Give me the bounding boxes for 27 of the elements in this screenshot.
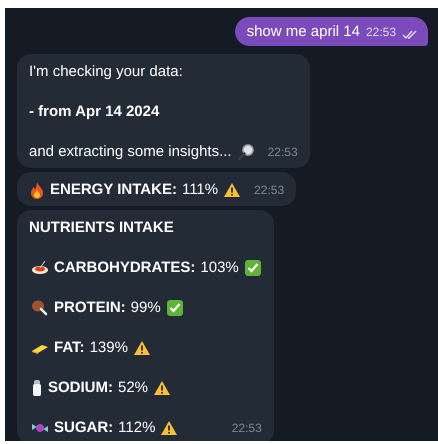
metric-label: ENERGY INTAKE: [50, 180, 177, 200]
fire-icon [29, 181, 45, 199]
nutrient-label: CARBOHYDRATES: [54, 258, 196, 278]
message-time: 22:53 [268, 144, 298, 161]
nutrient-label: SODIUM: [48, 378, 113, 398]
list-title: NUTRIENTS INTAKE [29, 218, 174, 238]
meat-icon [31, 299, 49, 317]
message-text: and extracting some insights... [29, 142, 232, 162]
nutrient-value: 99% [130, 298, 161, 318]
salt-shaker-icon [31, 379, 43, 397]
message-text: - from Apr 14 2024 [29, 102, 160, 122]
metric-value: 111% [182, 180, 218, 200]
nutrient-value: 139% [90, 338, 128, 358]
nutrient-value: 112% [118, 418, 156, 438]
message-time: 22:53 [230, 420, 262, 437]
magnifier-icon [236, 143, 255, 161]
nutrient-label: PROTEIN: [54, 298, 126, 318]
pasta-icon [31, 260, 49, 276]
message-time: 22:53 [366, 25, 396, 39]
nutrient-label: SUGAR: [54, 418, 114, 438]
message-text: show me april 14 [246, 23, 360, 40]
message-time: 22:53 [254, 182, 284, 199]
nutrient-label: FAT: [54, 338, 85, 358]
nutrient-value: 52% [118, 378, 148, 398]
message-text: I'm checking your data: [29, 62, 183, 82]
nutrient-value: 103% [200, 258, 239, 278]
candy-icon [31, 421, 49, 435]
